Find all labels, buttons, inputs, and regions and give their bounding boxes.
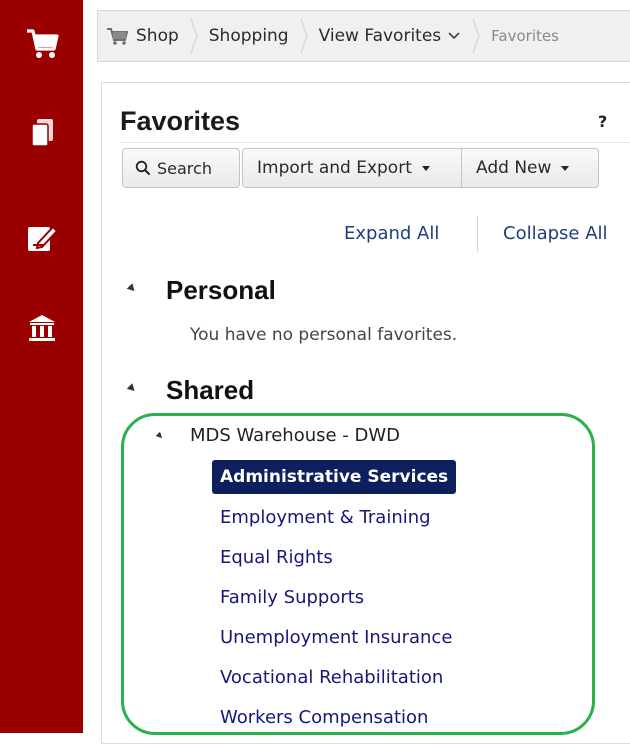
breadcrumb-separator [297, 11, 311, 61]
import-export-label: Import and Export [257, 158, 412, 178]
expand-collapse-divider [477, 216, 478, 252]
breadcrumb-bar: Shop Shopping View Favorites Favorites [83, 0, 630, 72]
breadcrumb-view-favorites-label: View Favorites [318, 26, 442, 46]
cart-icon[interactable] [0, 22, 83, 66]
personal-empty-message: You have no personal favorites. [190, 325, 458, 345]
title-divider [120, 142, 630, 143]
search-button-label: Search [157, 158, 212, 178]
edit-icon[interactable] [0, 216, 83, 260]
import-export-button[interactable]: Import and Export [242, 148, 462, 188]
search-icon [135, 160, 157, 176]
breadcrumb-view-favorites[interactable]: View Favorites [311, 26, 470, 46]
documents-icon[interactable] [0, 112, 83, 156]
favorites-toolbar: Search Import and Export Add New [122, 148, 599, 188]
breadcrumb-shopping-label: Shopping [208, 26, 289, 46]
breadcrumb-separator [187, 11, 201, 61]
institution-icon[interactable] [0, 306, 83, 350]
caret-down-icon [421, 165, 430, 171]
search-button[interactable]: Search [122, 148, 240, 188]
left-nav-rail [0, 0, 83, 733]
breadcrumb-shop-label: Shop [136, 26, 179, 46]
collapse-all-link[interactable]: Collapse All [503, 223, 608, 244]
caret-down-icon [561, 165, 570, 171]
highlight-outline [121, 413, 595, 735]
add-new-label: Add New [476, 158, 552, 178]
section-title-shared: Shared [166, 375, 255, 405]
chevron-down-icon [447, 31, 461, 41]
breadcrumb-shop[interactable]: Shop [98, 26, 187, 46]
expand-all-link[interactable]: Expand All [344, 223, 439, 244]
add-new-button[interactable]: Add New [462, 148, 599, 188]
shop-cart-icon [106, 27, 128, 45]
page-title: Favorites [120, 106, 241, 136]
breadcrumb-separator [469, 11, 483, 61]
section-title-personal: Personal [166, 275, 276, 305]
breadcrumb-shopping[interactable]: Shopping [201, 26, 297, 46]
help-button[interactable]: ? [598, 112, 607, 131]
breadcrumb: Shop Shopping View Favorites Favorites [97, 10, 630, 62]
breadcrumb-favorites-label: Favorites [491, 27, 559, 45]
breadcrumb-favorites: Favorites [483, 27, 567, 45]
